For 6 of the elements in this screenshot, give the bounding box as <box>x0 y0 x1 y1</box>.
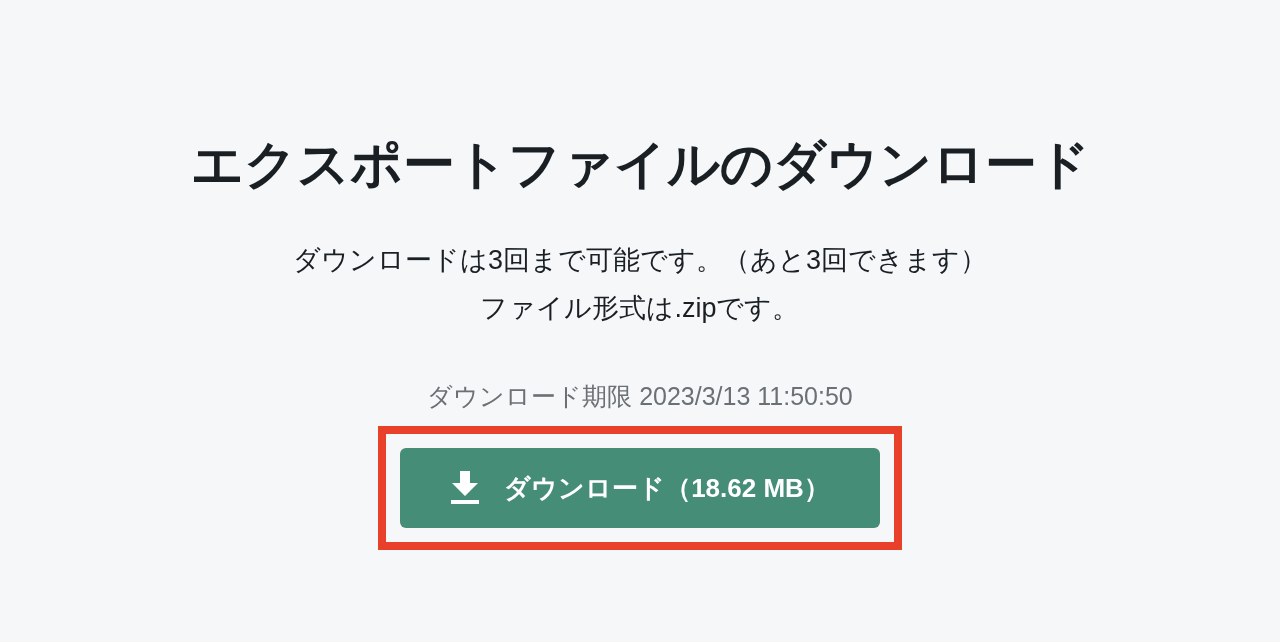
description-text: ダウンロードは3回まで可能です。（あと3回できます） <box>292 244 987 277</box>
deadline-text: ダウンロード期限 2023/3/13 11:50:50 <box>427 381 853 412</box>
description-text: ファイル形式は.zipです。 <box>480 292 800 325</box>
download-icon <box>450 471 481 505</box>
page-title: エクスポートファイルのダウンロード <box>190 134 1090 195</box>
download-button[interactable]: ダウンロード（18.62 MB） <box>400 448 880 528</box>
